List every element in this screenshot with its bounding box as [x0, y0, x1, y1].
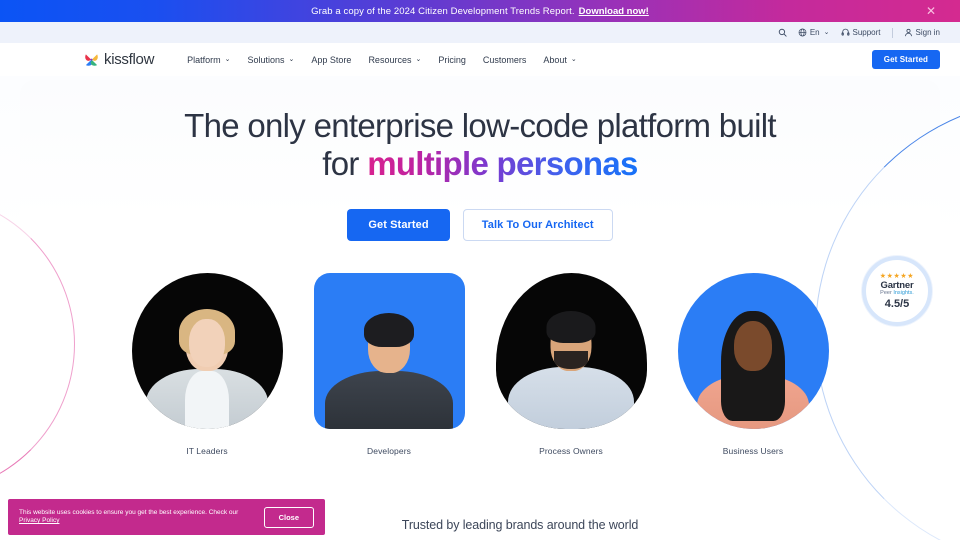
page-root: Grab a copy of the 2024 Citizen Developm… — [0, 0, 960, 540]
globe-icon — [798, 28, 807, 37]
brand-logo[interactable]: kissflow — [84, 51, 154, 68]
persona-card-developers[interactable]: Developers — [313, 272, 465, 456]
divider — [891, 27, 893, 38]
headline-accent: multiple personas — [367, 145, 638, 183]
nav-item-label: Customers — [482, 54, 527, 65]
nav-get-started-button[interactable]: Get Started — [871, 50, 940, 69]
persona-list: IT Leaders Developers Process Owners Bus… — [0, 272, 960, 456]
gartner-rating-badge[interactable]: ★★★★★ Gartner Peer Insights. 4.5/5 — [862, 256, 932, 326]
user-icon — [904, 28, 913, 37]
close-icon[interactable]: ✕ — [926, 5, 936, 17]
cookie-banner-text: This website uses cookies to ensure you … — [19, 509, 256, 526]
promo-download-link[interactable]: Download now! — [579, 6, 649, 17]
privacy-policy-link[interactable]: Privacy Policy — [19, 517, 59, 524]
hero-get-started-button[interactable]: Get Started — [347, 208, 450, 241]
persona-photo — [677, 272, 829, 429]
persona-label: Business Users — [722, 445, 784, 456]
star-rating-icon: ★★★★★ — [879, 272, 915, 280]
chevron-down-icon: ⌄ — [415, 56, 422, 63]
nav-item-customers[interactable]: Customers — [483, 55, 527, 65]
gartner-subtitle-left: Peer — [880, 290, 894, 296]
promo-banner-text: Grab a copy of the 2024 Citizen Developm… — [311, 5, 575, 17]
persona-card-it-leaders[interactable]: IT Leaders — [131, 272, 283, 456]
persona-photo — [313, 272, 465, 429]
nav-item-app-store[interactable]: App Store — [311, 55, 351, 65]
nav-item-label: Solutions — [247, 54, 285, 65]
search-button[interactable] — [778, 28, 787, 37]
utility-bar: En ⌄ Support Sign in — [0, 22, 960, 43]
kissflow-logo-icon — [84, 52, 99, 67]
persona-card-process-owners[interactable]: Process Owners — [495, 272, 647, 456]
support-link[interactable]: Support — [841, 28, 881, 37]
nav-item-about[interactable]: About ⌄ — [543, 55, 576, 65]
persona-card-business-users[interactable]: Business Users — [677, 272, 829, 456]
persona-label: Developers — [367, 445, 411, 456]
gartner-name: Gartner — [880, 279, 914, 291]
search-icon — [778, 28, 787, 37]
hero-cta-row: Get Started Talk To Our Architect — [0, 208, 960, 241]
headline-line-2-prefix: for — [322, 145, 368, 183]
persona-label: Process Owners — [539, 445, 603, 456]
chevron-down-icon: ⌄ — [823, 29, 830, 36]
nav-item-label: Pricing — [438, 54, 466, 65]
support-icon — [841, 28, 850, 37]
cookie-close-button[interactable]: Close — [263, 506, 314, 528]
nav-item-resources[interactable]: Resources ⌄ — [368, 55, 421, 65]
nav-item-pricing[interactable]: Pricing — [438, 55, 466, 65]
persona-photo — [131, 272, 283, 429]
nav-links: Platform ⌄ Solutions ⌄ App Store Resourc… — [187, 55, 577, 65]
main-navigation: kissflow Platform ⌄ Solutions ⌄ App Stor… — [0, 43, 960, 76]
page-title: The only enterprise low-code platform bu… — [0, 76, 960, 184]
headline-line-1: The only enterprise low-code platform bu… — [184, 107, 776, 144]
gartner-subtitle-right: Insights. — [893, 290, 914, 296]
chevron-down-icon: ⌄ — [288, 56, 295, 63]
persona-label: IT Leaders — [186, 445, 228, 456]
persona-photo — [495, 272, 647, 429]
signin-label: Sign in — [915, 27, 940, 37]
brand-name: kissflow — [104, 51, 155, 68]
nav-item-label: Platform — [187, 54, 221, 65]
nav-item-platform[interactable]: Platform ⌄ — [187, 55, 230, 65]
chevron-down-icon: ⌄ — [224, 56, 231, 63]
hero-section: The only enterprise low-code platform bu… — [0, 76, 960, 540]
cookie-consent-banner: This website uses cookies to ensure you … — [8, 499, 325, 535]
nav-item-solutions[interactable]: Solutions ⌄ — [248, 55, 295, 65]
support-label: Support — [852, 27, 881, 37]
language-label: En — [809, 27, 820, 37]
gartner-subtitle: Peer Insights. — [880, 290, 914, 297]
chevron-down-icon: ⌄ — [570, 56, 577, 63]
hero-talk-to-architect-button[interactable]: Talk To Our Architect — [462, 208, 613, 241]
promo-banner: Grab a copy of the 2024 Citizen Developm… — [0, 0, 960, 22]
nav-item-label: Resources — [368, 54, 412, 65]
cookie-message: This website uses cookies to ensure you … — [19, 508, 239, 516]
signin-link[interactable]: Sign in — [904, 28, 940, 37]
language-selector[interactable]: En ⌄ — [798, 28, 830, 37]
gartner-score: 4.5/5 — [884, 297, 910, 310]
nav-item-label: App Store — [311, 54, 352, 65]
nav-item-label: About — [543, 54, 567, 65]
